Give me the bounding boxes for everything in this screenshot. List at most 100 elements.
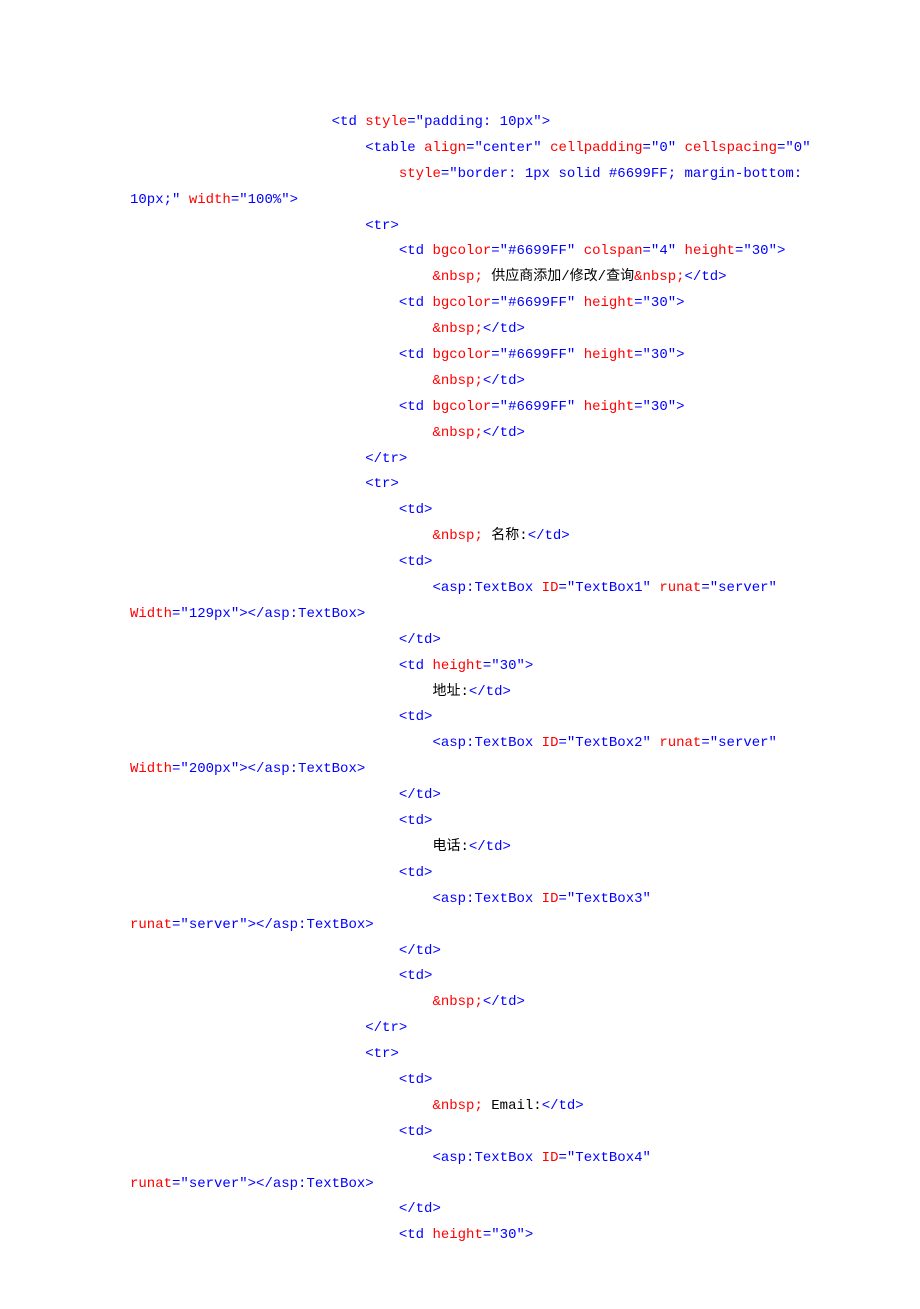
code-line: </tr> (130, 1016, 860, 1042)
code-token: = (491, 243, 499, 259)
code-token: "#6699FF" (500, 399, 576, 415)
code-line: <td height="30"> (130, 654, 860, 680)
code-token: &nbsp; (432, 425, 482, 441)
code-token (542, 140, 550, 156)
code-token (180, 192, 188, 208)
code-line: </td> (130, 628, 860, 654)
code-token: "server" (710, 735, 777, 751)
code-line: <td> (130, 1120, 860, 1146)
code-token: ID (542, 735, 559, 751)
code-line: <td> (130, 1068, 860, 1094)
code-line: <td> (130, 705, 860, 731)
code-token: "server" (710, 580, 777, 596)
code-token: ></asp:TextBox> (239, 606, 365, 622)
code-token: = (558, 891, 566, 907)
code-token (575, 399, 583, 415)
code-line: <td> (130, 550, 860, 576)
code-token: &nbsp; (634, 269, 684, 285)
code-token: > (676, 295, 684, 311)
code-token: 电话: (432, 839, 468, 855)
code-token: = (558, 1150, 566, 1166)
code-line: <td bgcolor="#6699FF" colspan="4" height… (130, 239, 860, 265)
code-token: = (634, 399, 642, 415)
code-token: cellspacing (685, 140, 777, 156)
code-token: bgcolor (432, 243, 491, 259)
code-token: = (634, 295, 642, 311)
code-token: = (701, 735, 709, 751)
code-token: <td> (399, 865, 433, 881)
code-token (651, 891, 659, 907)
code-token: runat (130, 917, 172, 933)
code-token: <td (399, 243, 433, 259)
code-line: &nbsp;</td> (130, 421, 860, 447)
code-line: <asp:TextBox ID="TextBox3" (130, 887, 860, 913)
code-token: = (441, 166, 449, 182)
code-token: <td> (399, 968, 433, 984)
code-token: <asp:TextBox (432, 580, 541, 596)
code-token: <td (399, 399, 433, 415)
code-token: "TextBox2" (567, 735, 651, 751)
code-line: <tr> (130, 472, 860, 498)
code-token: bgcolor (432, 295, 491, 311)
code-token: > (676, 399, 684, 415)
code-token: Width (130, 761, 172, 777)
code-token: = (558, 580, 566, 596)
code-token: ></asp:TextBox> (239, 761, 365, 777)
code-token: "0" (651, 140, 676, 156)
code-token: "#6699FF" (500, 347, 576, 363)
code-token: runat (659, 735, 701, 751)
code-token: > (525, 658, 533, 674)
code-token: = (643, 243, 651, 259)
code-token: > (542, 114, 550, 130)
code-token: = (407, 114, 415, 130)
code-token: = (491, 399, 499, 415)
code-line: <td> (130, 964, 860, 990)
code-token: <td> (399, 813, 433, 829)
code-token: "30" (743, 243, 777, 259)
code-token: cellpadding (550, 140, 642, 156)
code-token: height (584, 347, 634, 363)
code-token: </td> (542, 1098, 584, 1114)
code-token: "30" (491, 1227, 525, 1243)
code-token: <td> (399, 709, 433, 725)
code-token (651, 1150, 659, 1166)
code-line: &nbsp;</td> (130, 990, 860, 1016)
code-token: </td> (469, 839, 511, 855)
code-token: 名称: (483, 528, 528, 544)
code-token: <table (365, 140, 424, 156)
code-token: height (685, 243, 735, 259)
code-token: "#6699FF" (500, 243, 576, 259)
code-token: "center" (474, 140, 541, 156)
code-line: </td> (130, 783, 860, 809)
code-line: &nbsp; 名称:</td> (130, 524, 860, 550)
code-token: style (399, 166, 441, 182)
code-token: <td (399, 347, 433, 363)
code-token: &nbsp; (432, 373, 482, 389)
code-token: </td> (399, 787, 441, 803)
code-token: "0" (785, 140, 810, 156)
code-token: "30" (643, 347, 677, 363)
code-token: <asp:TextBox (432, 891, 541, 907)
code-token: runat (659, 580, 701, 596)
code-token (777, 735, 785, 751)
code-token: </td> (528, 528, 570, 544)
code-token: "200px" (180, 761, 239, 777)
code-token: = (231, 192, 239, 208)
code-token: &nbsp; (432, 269, 482, 285)
code-token: "TextBox3" (567, 891, 651, 907)
code-token: "30" (491, 658, 525, 674)
code-token: "30" (643, 399, 677, 415)
code-token: <td> (399, 554, 433, 570)
code-line: <asp:TextBox ID="TextBox2" runat="server… (130, 731, 860, 757)
code-token: </td> (399, 632, 441, 648)
code-token: &nbsp; (432, 1098, 482, 1114)
code-token: <tr> (365, 218, 399, 234)
code-token: height (584, 295, 634, 311)
code-token: "30" (643, 295, 677, 311)
code-token: ></asp:TextBox> (248, 1176, 374, 1192)
code-token: bgcolor (432, 347, 491, 363)
code-line: &nbsp;</td> (130, 369, 860, 395)
code-line: <td height="30"> (130, 1223, 860, 1249)
code-token: Width (130, 606, 172, 622)
code-line: Width="200px"></asp:TextBox> (130, 757, 860, 783)
